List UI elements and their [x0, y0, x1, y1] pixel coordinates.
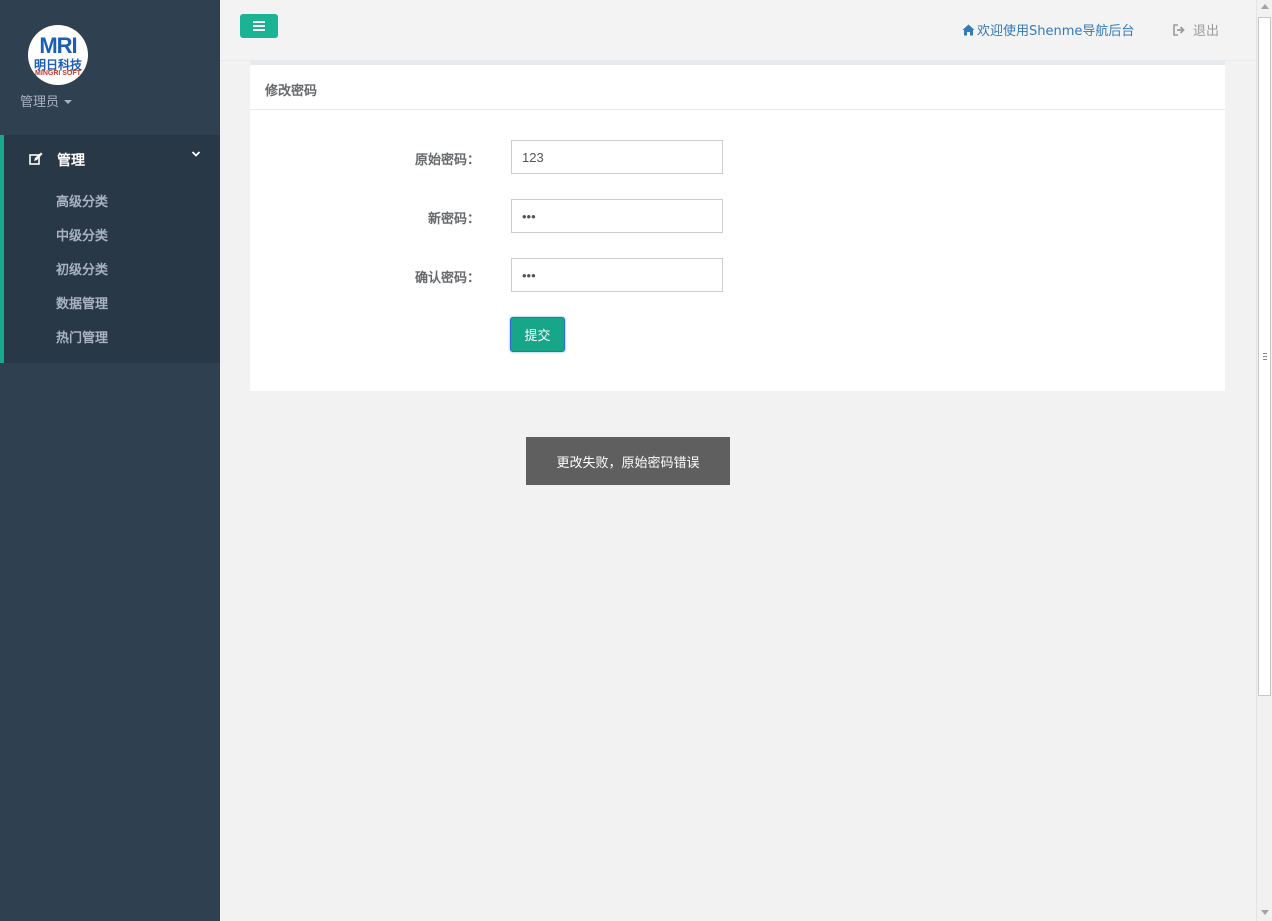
logout-text: 退出: [1193, 24, 1220, 39]
sidebar-item-advanced-category[interactable]: 高级分类: [56, 191, 108, 210]
hamburger-line: [253, 29, 265, 31]
change-password-panel: 修改密码 原始密码： 123 新密码： ••• 确认密码： ••• 提交: [250, 61, 1225, 391]
scroll-grip-icon: [1263, 353, 1267, 360]
sidebar-item-intermediate-category[interactable]: 中级分类: [56, 225, 108, 244]
panel-header: 修改密码: [250, 65, 1225, 110]
admin-label: 管理员: [20, 95, 60, 110]
admin-dropdown[interactable]: 管理员: [20, 91, 73, 110]
edit-icon: [29, 152, 43, 165]
error-toast: 更改失败，原始密码错误: [526, 437, 730, 485]
sign-out-icon: [1173, 23, 1185, 36]
sidebar-menu: 管理 高级分类 中级分类 初级分类 数据管理 热门管理: [0, 135, 220, 363]
scrollbar-thumb[interactable]: [1258, 17, 1271, 696]
hamburger-line: [253, 25, 265, 27]
sidebar-item-hot-management[interactable]: 热门管理: [56, 327, 108, 346]
sidebar-item-data-management[interactable]: 数据管理: [56, 293, 108, 312]
sidebar-item-basic-category[interactable]: 初级分类: [56, 259, 108, 278]
welcome-link[interactable]: 欢迎使用Shenme导航后台: [962, 20, 1134, 39]
company-logo: MRI 明日科技 MINGRI SOFT: [28, 25, 88, 85]
old-password-label: 原始密码：: [414, 153, 480, 168]
caret-down-icon: [64, 99, 73, 104]
logo-english-text: MINGRI SOFT: [35, 70, 81, 77]
menu-toggle-button[interactable]: [240, 14, 278, 38]
old-password-input[interactable]: 123: [511, 140, 723, 174]
hamburger-line: [253, 21, 265, 23]
menu-group-manage[interactable]: 管理: [4, 135, 220, 183]
chevron-down-icon: [191, 151, 201, 157]
confirm-password-input[interactable]: •••: [511, 258, 723, 292]
scroll-up-arrow-icon[interactable]: [1261, 4, 1269, 9]
top-navbar: 欢迎使用Shenme导航后台 退出: [220, 0, 1256, 61]
logout-link[interactable]: 退出: [1173, 20, 1219, 39]
vertical-scrollbar[interactable]: [1256, 0, 1272, 921]
home-icon: [962, 24, 975, 35]
menu-group-title: 管理: [57, 153, 85, 169]
new-password-label: 新密码：: [427, 212, 480, 227]
profile-area: MRI 明日科技 MINGRI SOFT 管理员: [0, 0, 220, 135]
welcome-text: 欢迎使用Shenme导航后台: [977, 24, 1135, 39]
submit-button[interactable]: 提交: [510, 317, 565, 352]
sidebar: MRI 明日科技 MINGRI SOFT 管理员 管理 高级分类 中级分类 初级…: [0, 0, 220, 921]
new-password-input[interactable]: •••: [511, 199, 723, 233]
panel-title: 修改密码: [265, 84, 318, 99]
confirm-password-label: 确认密码：: [414, 271, 480, 286]
scroll-down-arrow-icon[interactable]: [1261, 910, 1269, 915]
